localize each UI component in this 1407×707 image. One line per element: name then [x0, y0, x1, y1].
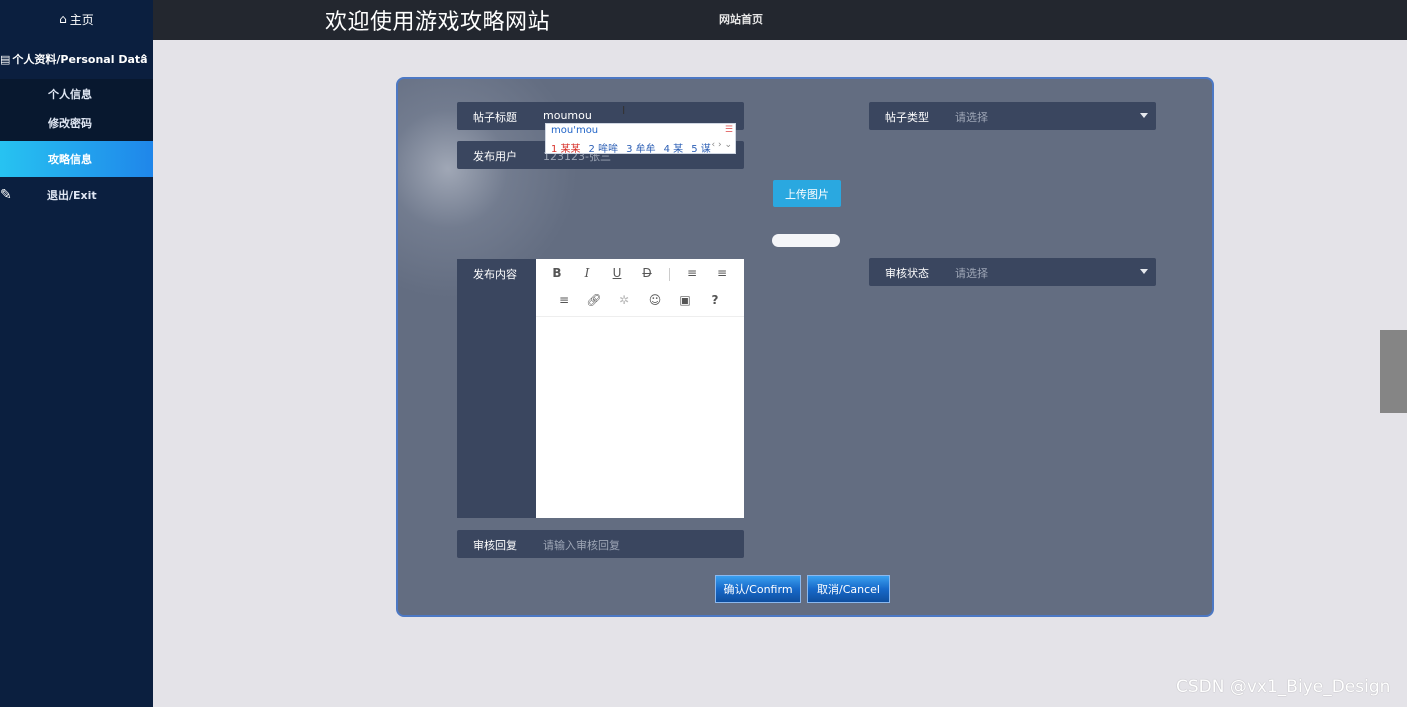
nav-link-home[interactable]: 网站首页 [719, 11, 763, 27]
sidebar-item-label: 修改密码 [48, 117, 92, 130]
ime-candidate[interactable]: 4 某 [664, 140, 684, 155]
text-cursor-icon: I [622, 104, 626, 117]
sidebar-item-change-password[interactable]: 修改密码 [0, 108, 153, 138]
bold-icon[interactable]: B [549, 265, 565, 281]
form-panel: 帖子标题 moumou 帖子类型 请选择 发布用户 123123-张三 mou'… [396, 77, 1214, 617]
post-type-select[interactable]: 帖子类型 请选择 [869, 102, 1156, 130]
sidebar: ⌂ 主页 ▤ 个人资料/Personal Data ⌃ 个人信息 修改密码 攻略… [0, 0, 153, 707]
select-placeholder: 请选择 [955, 111, 988, 124]
post-title-input[interactable]: moumou [543, 109, 592, 122]
rich-text-editor[interactable]: B I U D ≡ ≡ ≡ 🔗︎ ✲ ☺ ▣ ? [536, 259, 744, 518]
help-icon[interactable]: ? [707, 292, 723, 308]
page-title: 欢迎使用游戏攻略网站 [325, 10, 551, 35]
unlink-icon[interactable]: ✲ [616, 292, 632, 308]
sidebar-item-home[interactable]: ⌂ 主页 [0, 0, 153, 38]
field-label: 帖子类型 [885, 111, 929, 124]
underline-icon[interactable]: U [609, 265, 625, 281]
ime-candidate[interactable]: 1 某某 [551, 140, 581, 155]
select-placeholder: 请选择 [955, 267, 988, 280]
watermark: CSDN @vx1_Biye_Design [1176, 677, 1391, 697]
sidebar-item-personal-info[interactable]: 个人信息 [0, 79, 153, 109]
upload-image-button[interactable]: 上传图片 [773, 180, 841, 207]
ime-candidate[interactable]: 2 哞哞 [589, 140, 619, 155]
review-status-select[interactable]: 审核状态 请选择 [869, 258, 1156, 286]
sidebar-item-label: 退出/Exit [47, 189, 97, 202]
ime-candidate[interactable]: 3 牟牟 [626, 140, 656, 155]
review-reply-field[interactable]: 审核回复 请输入审核回复 [457, 530, 744, 558]
ime-candidate-window[interactable]: mou'mou ☰ 1 某某 2 哞哞 3 牟牟 4 某 5 谋 ‹ › ⌄ [545, 123, 736, 155]
caret-down-icon [1140, 113, 1148, 118]
sidebar-item-exit[interactable]: ✎ 退出/Exit [0, 180, 153, 210]
home-icon: ⌂ [59, 12, 67, 26]
content-field-label: 发布内容 [457, 259, 536, 518]
ime-page-arrows[interactable]: ‹ › ⌄ [712, 140, 732, 150]
sidebar-group-personal-data[interactable]: ▤ 个人资料/Personal Data ⌃ [0, 40, 153, 78]
chevron-up-icon: ⌃ [138, 52, 149, 66]
scrollbar-thumb[interactable] [1380, 330, 1407, 413]
link-icon[interactable]: 🔗︎ [586, 292, 602, 308]
field-label: 审核状态 [885, 267, 929, 280]
ruler-icon: ✎ [0, 187, 12, 203]
cancel-button[interactable]: 取消/Cancel [807, 575, 890, 603]
sidebar-item-label: 个人信息 [48, 88, 92, 101]
editor-toolbar: B I U D ≡ ≡ ≡ 🔗︎ ✲ ☺ ▣ ? [536, 259, 744, 317]
sidebar-item-label: 主页 [69, 12, 94, 27]
field-label: 发布用户 [473, 150, 517, 163]
list-icon: ▤ [0, 52, 11, 66]
emoji-icon[interactable]: ☺ [647, 292, 663, 308]
strikethrough-icon[interactable]: D [639, 265, 655, 281]
italic-icon[interactable]: I [579, 265, 595, 281]
review-reply-input[interactable]: 请输入审核回复 [543, 537, 620, 553]
image-icon[interactable]: ▣ [677, 292, 693, 308]
top-bar: 欢迎使用游戏攻略网站 网站首页 [153, 0, 1407, 40]
align-center-icon[interactable]: ≡ [714, 265, 730, 281]
align-left-icon[interactable]: ≡ [684, 265, 700, 281]
sidebar-item-label: 攻略信息 [48, 153, 92, 166]
image-preview [772, 234, 840, 247]
align-right-icon[interactable]: ≡ [556, 292, 572, 308]
field-label: 审核回复 [473, 539, 517, 552]
ime-logo-icon: ☰ [724, 125, 733, 135]
sidebar-group-label: 个人资料/Personal Data [12, 53, 148, 66]
field-label: 帖子标题 [473, 111, 517, 124]
ime-pinyin: mou'mou [551, 125, 599, 136]
caret-down-icon [1140, 269, 1148, 274]
ime-candidate[interactable]: 5 谋 [691, 140, 711, 155]
toolbar-divider [669, 268, 670, 281]
sidebar-item-guide-info[interactable]: 攻略信息 [0, 141, 153, 177]
confirm-button[interactable]: 确认/Confirm [715, 575, 801, 603]
field-label: 发布内容 [473, 268, 517, 281]
